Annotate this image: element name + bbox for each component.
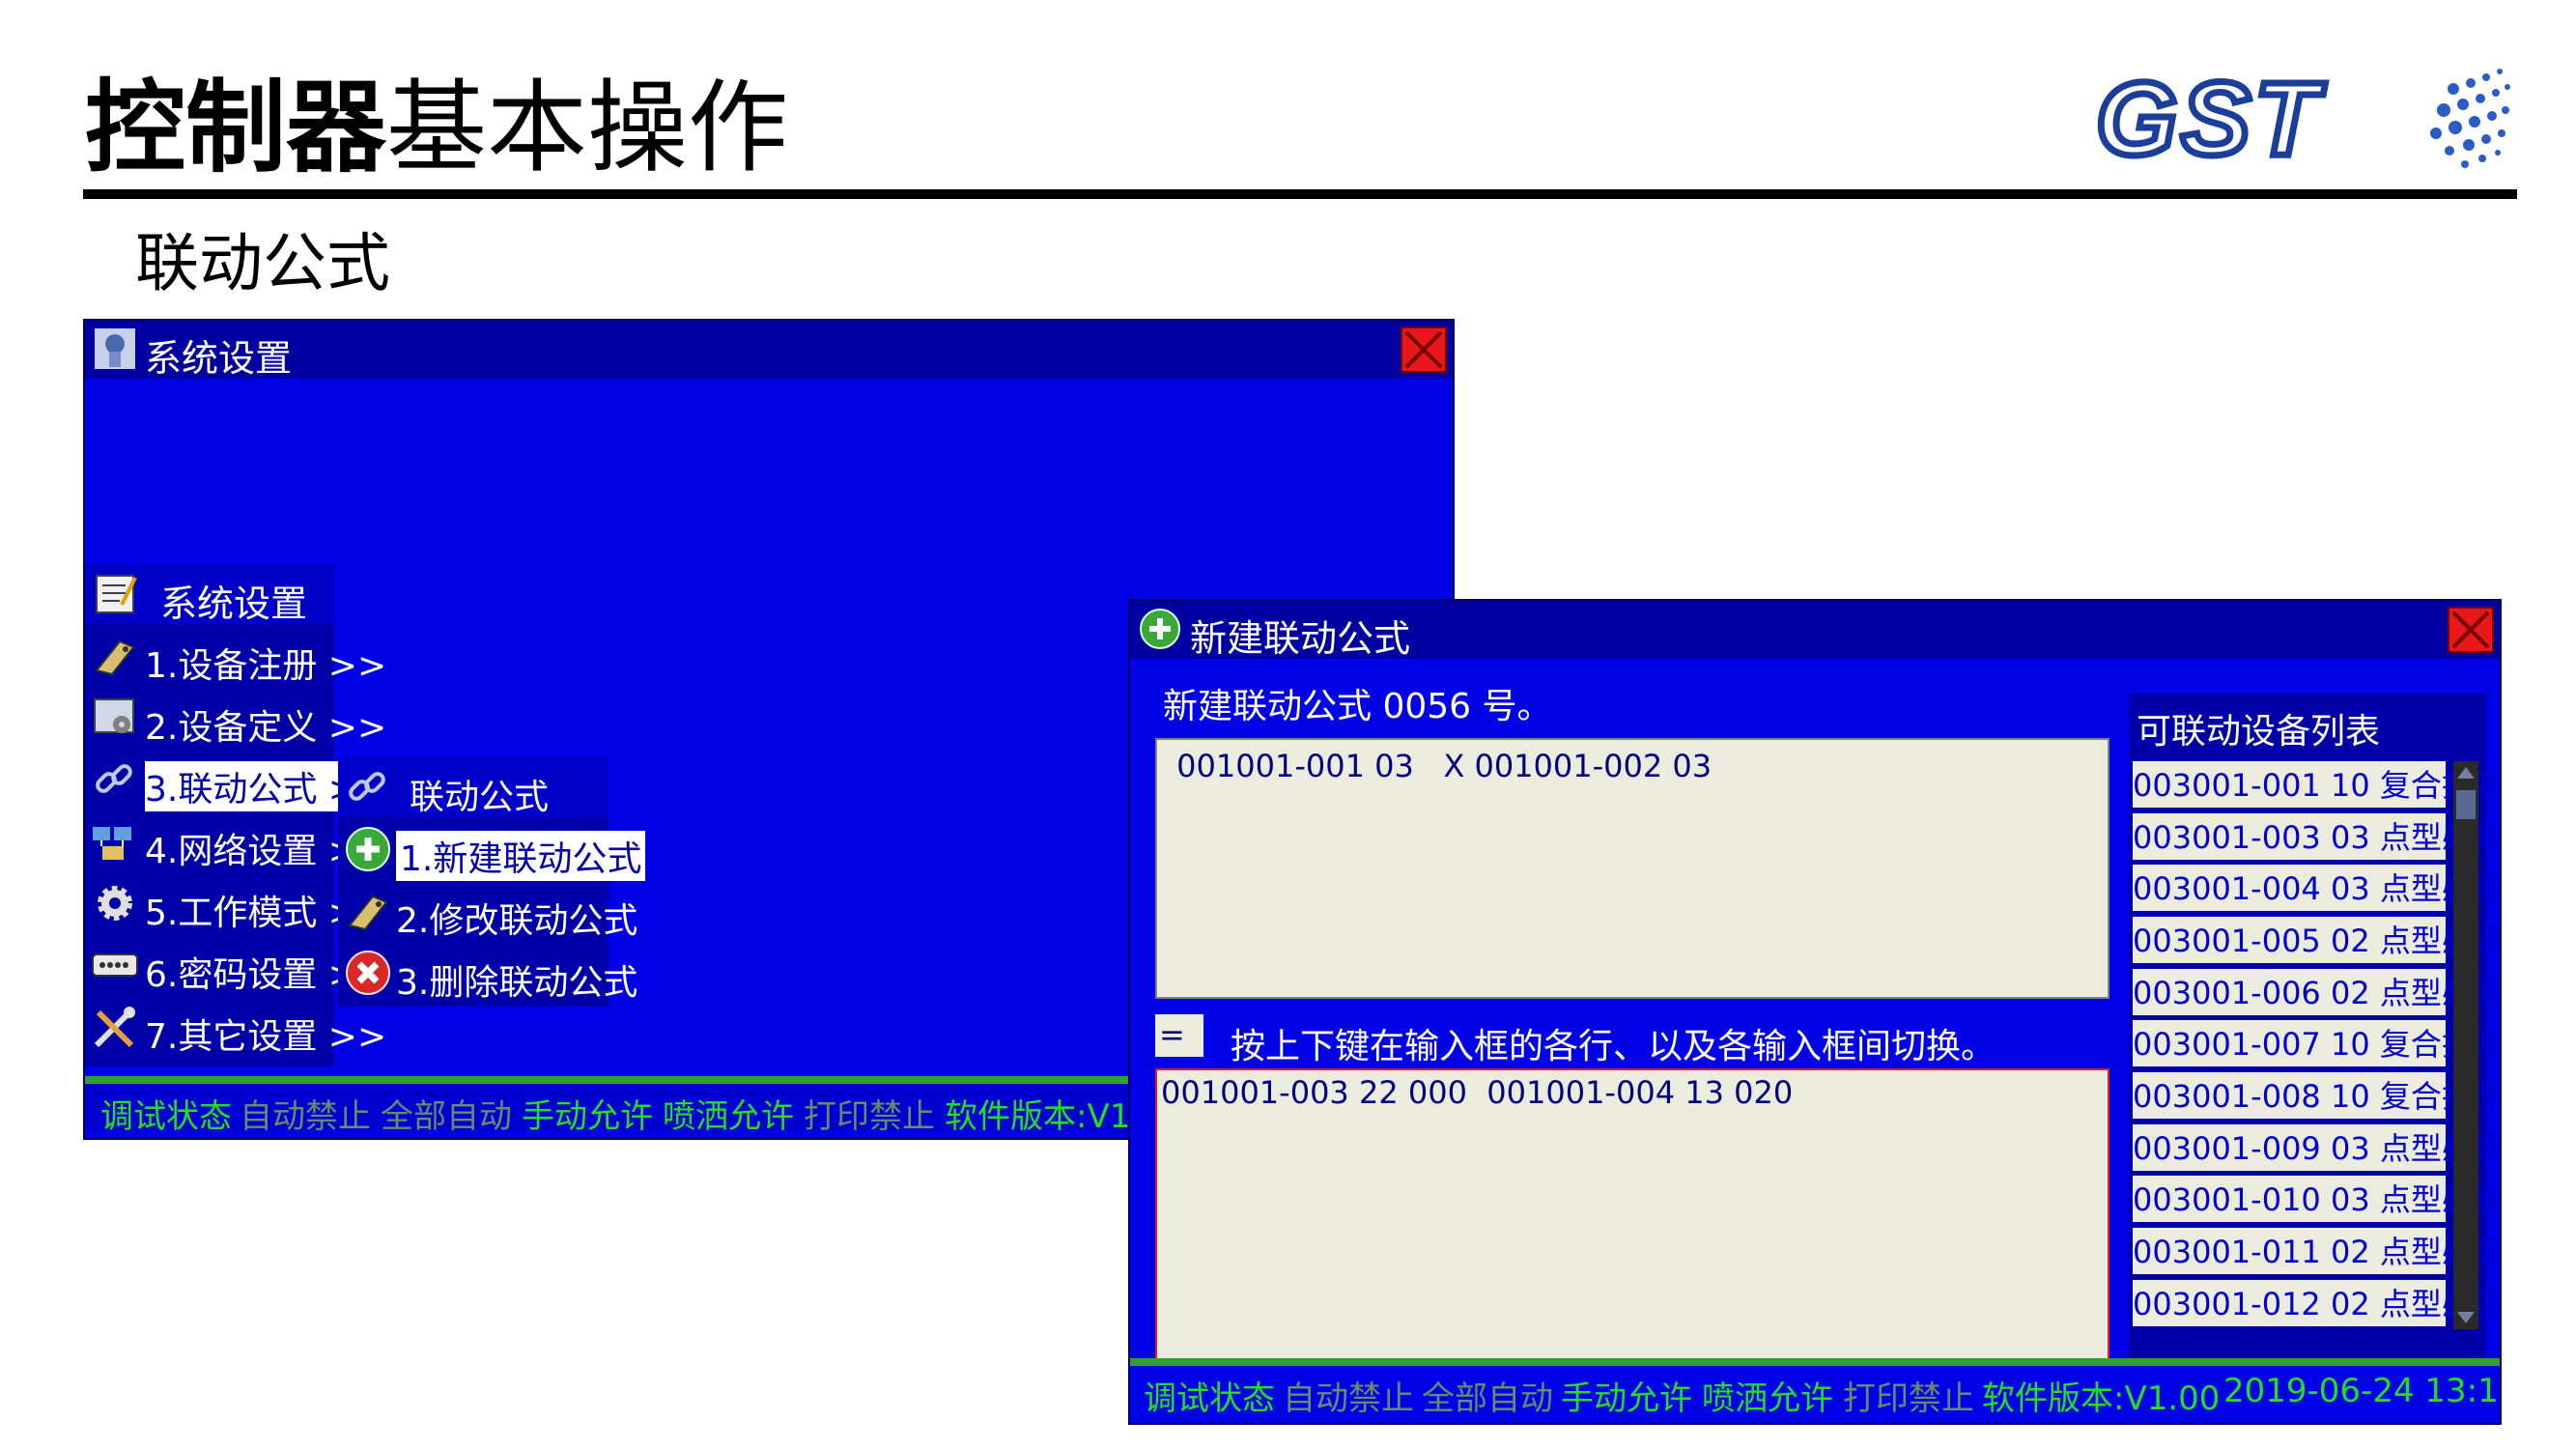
system-menu-header: 系统设置 [85, 564, 334, 625]
scroll-up-icon[interactable] [2453, 761, 2478, 786]
hint-field-value: = [1159, 1016, 1185, 1053]
list-item[interactable]: 003001-001 10 复合探测 [2133, 761, 2500, 808]
close-icon [2451, 611, 2490, 649]
submenu-item-new[interactable]: 1.新建联动公式 [338, 819, 646, 881]
status-all-auto: 全部自动 [1422, 1379, 1553, 1418]
settings-screen-icon [94, 698, 134, 733]
slide-title-bold: 控制器 [85, 68, 387, 186]
submenu-title: 联动公式 [410, 778, 550, 817]
status-bar: 调试状态 自动禁止 全部自动 手动允许 喷洒允许 打印禁止 软件版本:V1.00… [1130, 1366, 2502, 1418]
status-auto-disabled: 自动禁止 [240, 1097, 371, 1136]
delete-icon [346, 951, 390, 995]
status-debug: 调试状态 [100, 1097, 232, 1136]
slide-title: 控制器基本操作 [85, 77, 788, 179]
network-icon [93, 827, 131, 860]
scroll-thumb[interactable] [2456, 790, 2476, 819]
link-icon [96, 764, 132, 793]
status-all-auto: 全部自动 [381, 1097, 512, 1136]
gear-icon [98, 886, 132, 921]
list-item[interactable]: 003001-012 02 点型感温 [2133, 1280, 2500, 1326]
gst-logo: GST [2096, 60, 2510, 176]
slide-subtitle: 联动公式 [135, 226, 390, 300]
list-item[interactable]: 003001-011 02 点型感温 [2133, 1228, 2500, 1274]
menu-item-network[interactable]: 4.网络设置 >> [85, 811, 386, 871]
list-item[interactable]: 003001-005 02 点型感温 [2133, 917, 2500, 963]
submenu-item-label: 2.修改联动公式 [396, 901, 638, 941]
system-settings-titlebar: 系统设置 [85, 321, 1453, 380]
edit-icon [348, 895, 388, 931]
menu-item-label: 2.设备定义 >> [145, 708, 387, 748]
system-menu-title: 系统设置 [160, 582, 308, 625]
status-datetime: 2019-06-24 13:14 [2223, 1372, 2502, 1410]
list-item[interactable]: 003001-007 10 复合探测 [2133, 1020, 2500, 1066]
submenu-item-label: 3.删除联动公式 [396, 963, 638, 1003]
close-button[interactable] [1401, 327, 1447, 373]
window-title: 新建联动公式 [1190, 617, 1411, 660]
password-icon [92, 953, 138, 977]
add-icon [1140, 609, 1180, 649]
linkage-formula-submenu: 联动公式 1.新建联动公式 2.修改联动公式 3.删除联动公式 [338, 757, 646, 1007]
formula-heading: 新建联动公式 0056 号。 [1163, 687, 1552, 726]
new-formula-window: 新建联动公式 新建联动公式 0056 号。 001001-001 03 X 00… [1128, 599, 2502, 1425]
status-debug: 调试状态 [1144, 1379, 1275, 1418]
status-spray-allowed: 喷洒允许 [663, 1097, 794, 1136]
add-icon [346, 827, 390, 871]
status-manual-allowed: 手动允许 [522, 1097, 653, 1136]
trigger-input-box[interactable]: 001001-001 03 X 001001-002 03 [1155, 738, 2109, 999]
hint-field[interactable]: = [1155, 1014, 1203, 1057]
trigger-line: 001001-001 03 X 001001-002 03 [1167, 748, 1713, 784]
device-list-scrollbar[interactable] [2453, 761, 2478, 1329]
status-manual-allowed: 手动允许 [1561, 1379, 1692, 1418]
gst-logo-text: GST [2096, 60, 2326, 176]
menu-item-password[interactable]: 6.密码设置 >> [85, 935, 386, 995]
tag-icon [95, 639, 135, 676]
navigation-hint: 按上下键在输入框的各行、以及各输入框间切换。 [1231, 1027, 1996, 1066]
list-item[interactable]: 003001-004 03 点型感烟 [2133, 865, 2500, 911]
menu-item-device-register[interactable]: 1.设备注册 >> [85, 626, 386, 686]
scroll-down-icon[interactable] [2453, 1304, 2478, 1329]
submenu-item-label: 1.新建联动公式 [396, 831, 646, 881]
system-menu: 系统设置 1.设备注册 >> 2.设备定义 >> 3.联动公式 >> 4.网络设… [85, 564, 387, 1066]
submenu-item-edit[interactable]: 2.修改联动公式 [338, 881, 637, 941]
close-icon [1404, 330, 1443, 369]
title-divider [83, 189, 2517, 199]
menu-item-linkage-formula[interactable]: 3.联动公式 >> [85, 750, 387, 811]
device-list-title: 可联动设备列表 [2137, 712, 2381, 752]
tools-icon [94, 1007, 135, 1048]
status-auto-disabled: 自动禁止 [1283, 1379, 1414, 1418]
menu-item-other[interactable]: 7.其它设置 >> [85, 997, 386, 1057]
status-print-disabled: 打印禁止 [804, 1097, 935, 1136]
new-formula-titlebar: 新建联动公式 [1130, 601, 2500, 660]
menu-item-device-define[interactable]: 2.设备定义 >> [85, 688, 386, 748]
list-item[interactable]: 003001-006 02 点型感温 [2133, 969, 2500, 1015]
list-item[interactable]: 003001-009 03 点型感烟 [2133, 1124, 2500, 1171]
submenu-header: 联动公式 [338, 757, 609, 817]
submenu-item-delete[interactable]: 3.删除联动公式 [338, 943, 637, 1003]
list-item[interactable]: 003001-003 03 点型感烟 [2133, 813, 2500, 860]
status-print-disabled: 打印禁止 [1843, 1379, 1974, 1418]
action-input-box[interactable]: 001001-003 22 000 001001-004 13 020 [1155, 1068, 2109, 1385]
action-line: 001001-003 22 000 001001-004 13 020 [1161, 1074, 1794, 1111]
menu-item-work-mode[interactable]: 5.工作模式 >> [85, 873, 386, 933]
device-list-panel: 可联动设备列表 003001-001 10 复合探测 003001-003 03… [2129, 694, 2500, 1387]
link-icon [349, 772, 385, 801]
settings-app-icon [95, 328, 135, 369]
menu-item-label: 7.其它设置 >> [145, 1017, 387, 1057]
status-software-version: 软件版本:V1.00 [1982, 1379, 2221, 1418]
window-title: 系统设置 [145, 337, 293, 380]
list-item[interactable]: 003001-008 10 复合探测 [2133, 1072, 2500, 1119]
status-spray-allowed: 喷洒允许 [1702, 1379, 1833, 1418]
slide-title-rest: 基本操作 [386, 69, 789, 186]
list-item[interactable]: 003001-010 03 点型感烟 [2133, 1176, 2500, 1222]
notepad-icon [96, 575, 137, 613]
status-divider [1130, 1358, 2500, 1366]
close-button[interactable] [2448, 607, 2494, 653]
menu-item-label: 1.设备注册 >> [145, 646, 387, 686]
